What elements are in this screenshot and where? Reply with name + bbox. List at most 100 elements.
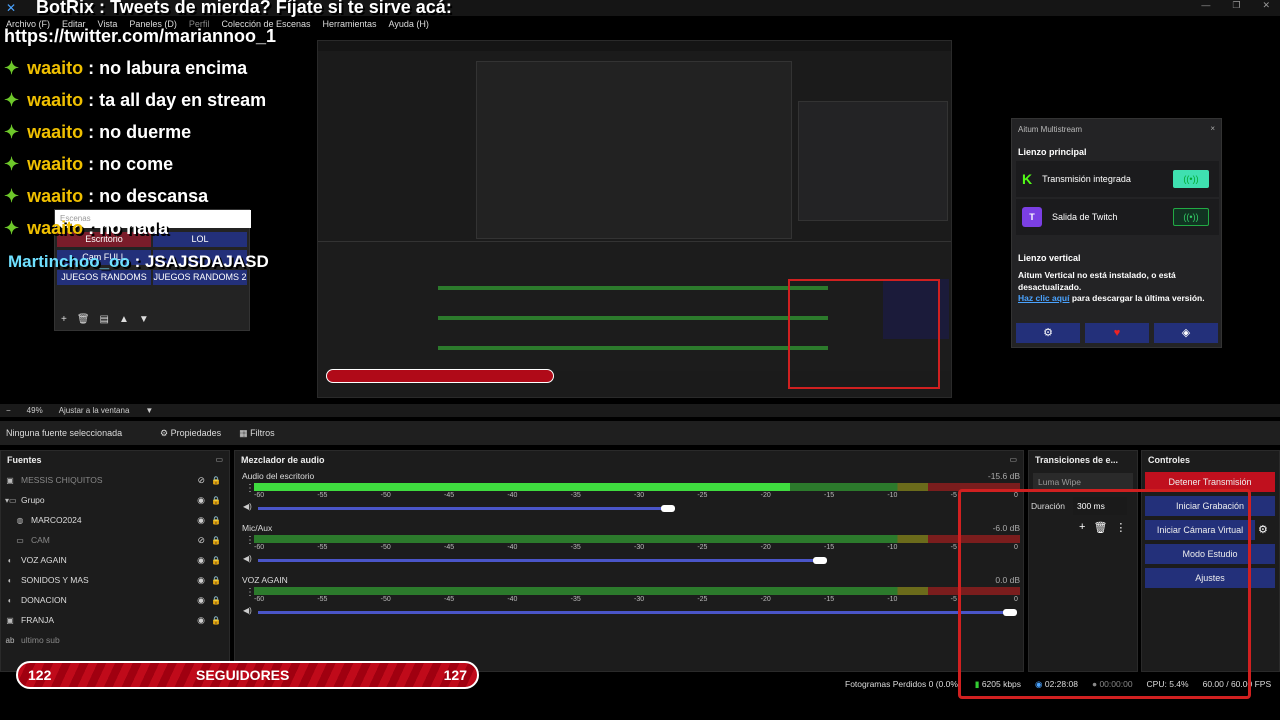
zoom-bar: − 49% Ajustar a la ventana ▼ (0, 404, 1280, 417)
twitch-logo-icon: T (1022, 207, 1042, 227)
chat-badge-icon: ✦ (4, 122, 20, 142)
chat-line: ✦ waaito : no nada (4, 218, 169, 238)
chat-badge-icon: ✦ (4, 90, 20, 110)
source-row[interactable]: ▾▭ Grupo ◉ 🔒 (5, 491, 227, 509)
eye-icon[interactable]: ◉ (197, 615, 205, 626)
red-highlight-box (958, 489, 1251, 699)
minimize-icon[interactable]: — (1201, 0, 1210, 11)
nested-preview (317, 40, 952, 398)
lock-icon[interactable]: 🔒 (211, 596, 221, 605)
eye-icon[interactable]: ◉ (197, 555, 205, 566)
tick-label: -30 (634, 544, 645, 551)
tick-label: -25 (697, 596, 708, 603)
arrow-up-icon[interactable]: ▲ (119, 314, 129, 325)
source-row[interactable]: ab ultimo sub (5, 631, 227, 649)
channel-menu-icon[interactable]: ⋮ (245, 587, 255, 598)
arrow-down-icon[interactable]: ▼ (139, 314, 149, 325)
source-row[interactable]: ◐ VOZ AGAIN ◉ 🔒 (5, 551, 227, 569)
menu-help[interactable]: Ayuda (H) (389, 19, 429, 29)
dock-float-icon[interactable]: ▭ (1009, 455, 1017, 464)
close-icon[interactable]: × (1210, 124, 1215, 133)
dropped-frames: Fotogramas Perdidos 0 (0.0%) (845, 679, 961, 689)
fader-knob[interactable] (813, 557, 828, 564)
scene-juegos-randoms-2[interactable]: JUEGOS RANDOMS 2 (153, 270, 247, 285)
speaker-icon[interactable]: ◀) (243, 606, 252, 615)
source-row[interactable]: ◍ MARCO2024 ◉ 🔒 (5, 511, 227, 529)
source-row[interactable]: ▣ FRANJA ◉ 🔒 (5, 611, 227, 629)
channel-name: VOZ AGAIN (242, 575, 288, 585)
source-row[interactable]: ◐ DONACION ◉ 🔒 (5, 591, 227, 609)
tick-label: -5 (950, 544, 957, 551)
tick-label: -10 (887, 596, 898, 603)
heart-icon[interactable]: ♥ (1085, 323, 1149, 343)
tick-label: -35 (570, 544, 581, 551)
browser-source-icon: ▣ (6, 475, 14, 485)
channel-db: -15.6 dB (987, 471, 1020, 481)
filter-icon[interactable]: ▤ (100, 314, 109, 325)
tick-label: -30 (634, 596, 645, 603)
lock-icon[interactable]: 🔒 (211, 576, 221, 585)
eye-icon[interactable]: ◉ (197, 495, 205, 506)
meter-ticks: -60 -55 -50 -45 -40 -35 -30 -25 -20 -15 -10 -5 0 (254, 596, 1020, 606)
zoom-fit-select[interactable]: Ajustar a la ventana (59, 406, 130, 415)
volume-fader[interactable] (258, 611, 1011, 614)
lock-icon[interactable]: 🔒 (211, 536, 221, 545)
browser-source-icon: ◐ (7, 595, 13, 605)
chat-line: Martinchoo_oo : JSAJSDAJASD (8, 252, 269, 271)
menu-tools[interactable]: Herramientas (323, 19, 377, 29)
tick-label: -55 (317, 492, 328, 499)
eye-hidden-icon[interactable]: ⊘ (197, 475, 205, 486)
volume-fader[interactable] (258, 507, 669, 510)
speaker-icon[interactable]: ◀) (243, 554, 252, 563)
eye-icon[interactable]: ◉ (197, 595, 205, 606)
tick-label: -15 (824, 544, 835, 551)
tick-label: -5 (950, 596, 957, 603)
mixer-title: Mezclador de audio (241, 455, 325, 465)
chat-line: ✦ waaito : no labura encima (4, 58, 248, 78)
chat-badge-icon: ✦ (4, 58, 20, 78)
discord-icon[interactable]: ◈ (1154, 323, 1218, 343)
broadcast-toggle-icon[interactable]: ((•)) (1173, 208, 1209, 226)
settings-gear-icon[interactable]: ⚙ (1016, 323, 1080, 343)
eye-icon[interactable]: ◉ (197, 515, 205, 526)
filters-button[interactable]: ▦ Filtros (239, 428, 275, 439)
properties-button[interactable]: ⚙ Propiedades (160, 428, 221, 439)
tick-label: -25 (697, 492, 708, 499)
trash-icon[interactable]: 🗑 (77, 314, 90, 325)
broadcast-toggle-icon[interactable]: ((•)) (1173, 170, 1209, 188)
lock-icon[interactable]: 🔒 (211, 556, 221, 565)
source-row[interactable]: ▣ MESSIS CHIQUITOS ⊘ 🔒 (5, 471, 227, 489)
maximize-icon[interactable]: ❐ (1232, 0, 1240, 11)
close-icon[interactable]: ✕ (1262, 0, 1270, 11)
speaker-icon[interactable]: ◀) (243, 502, 252, 511)
gear-icon[interactable]: ⚙ (1258, 523, 1268, 536)
fader-knob[interactable] (661, 505, 676, 512)
source-row[interactable]: ▭ CAM ⊘ 🔒 (5, 531, 227, 549)
add-icon[interactable]: + (61, 314, 67, 325)
tick-label: -45 (444, 544, 455, 551)
tick-label: -10 (887, 492, 898, 499)
channel-menu-icon[interactable]: ⋮ (245, 535, 255, 546)
zoom-out-icon[interactable]: − (6, 406, 11, 415)
dock-float-icon[interactable]: ▭ (215, 455, 223, 464)
download-link[interactable]: Haz clic aquí (1018, 293, 1070, 303)
scene-juegos-randoms[interactable]: JUEGOS RANDOMS (57, 270, 151, 285)
tick-label: -45 (444, 492, 455, 499)
eye-hidden-icon[interactable]: ⊘ (197, 535, 205, 546)
output-label: Salida de Twitch (1052, 212, 1118, 222)
lock-icon[interactable]: 🔒 (211, 516, 221, 525)
eye-icon[interactable]: ◉ (197, 575, 205, 586)
volume-fader[interactable] (258, 559, 821, 562)
chevron-down-icon[interactable]: ▼ (145, 406, 153, 415)
lock-icon[interactable]: 🔒 (211, 496, 221, 505)
obs-logo-icon: ✕ (6, 1, 17, 15)
no-source-label: Ninguna fuente seleccionada (6, 428, 123, 438)
lock-icon[interactable]: 🔒 (211, 476, 221, 485)
channel-menu-icon[interactable]: ⋮ (245, 483, 255, 494)
kick-logo-icon: K (1022, 171, 1033, 187)
tick-label: -35 (570, 596, 581, 603)
lock-icon[interactable]: 🔒 (211, 616, 221, 625)
source-row[interactable]: ◐ SONIDOS Y MAS ◉ 🔒 (5, 571, 227, 589)
channel-name: Mic/Aux (242, 523, 273, 533)
chat-line: ✦ waaito : no come (4, 154, 174, 174)
